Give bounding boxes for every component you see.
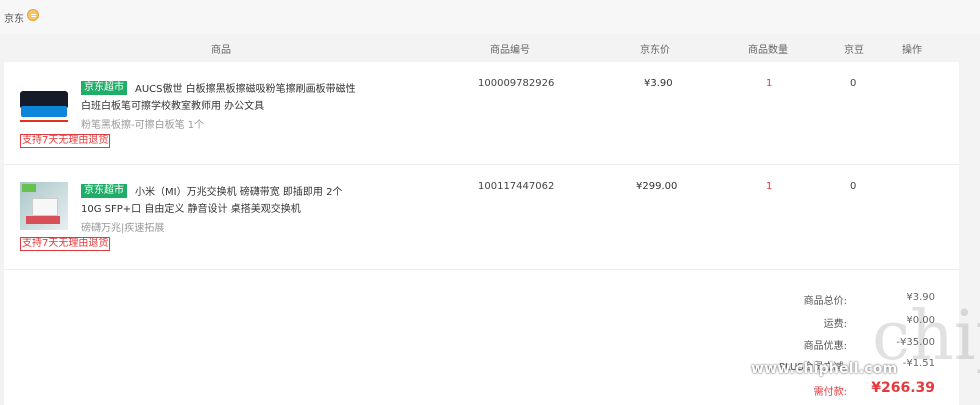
header-action: 操作 [902, 45, 922, 56]
shop-header: 京东 [0, 0, 980, 34]
header-sku: 商品编号 [490, 45, 530, 56]
product-price: ¥3.90 [644, 78, 673, 89]
product-price: ¥299.00 [636, 181, 678, 192]
product-bean: 0 [850, 78, 857, 89]
order-panel: 商品 商品编号 京东价 商品数量 京豆 操作 京东超市 AUCS傲世 白板擦黑板… [4, 34, 959, 405]
product-title[interactable]: 小米（MI）万兆交换机 磅礴带宽 即插即用 2个10G SFP+口 自由定义 静… [81, 184, 361, 218]
header-bean: 京豆 [844, 45, 864, 56]
product-quantity: 1 [766, 181, 773, 192]
table-row: 京东超市 小米（MI）万兆交换机 磅礴带宽 即插即用 2个10G SFP+口 自… [4, 165, 959, 270]
product-bean: 0 [850, 181, 857, 192]
table-header: 商品 商品编号 京东价 商品数量 京豆 操作 [4, 34, 959, 62]
product-title[interactable]: AUCS傲世 白板擦黑板擦磁吸粉笔擦刷画板带磁性 白班白板笔可擦学校教室教师用 … [81, 81, 361, 115]
service-badge[interactable]: 支持7天无理由退货 [20, 134, 111, 148]
product-image[interactable] [20, 79, 68, 127]
product-sku: 100117447062 [478, 181, 555, 192]
total-label: 商品总价: [803, 296, 847, 307]
payment-label: 需付款: [813, 387, 847, 398]
header-price: 京东价 [640, 45, 670, 56]
discount-label: 商品优惠: [803, 341, 847, 352]
product-sku: 100009782926 [478, 78, 555, 89]
header-product: 商品 [211, 45, 231, 56]
shop-name[interactable]: 京东 [4, 10, 24, 25]
service-badge[interactable]: 支持7天无理由退货 [20, 237, 111, 251]
chat-icon[interactable] [27, 9, 39, 21]
product-image[interactable] [20, 182, 68, 230]
product-spec: 磅礴万兆|疾速拓展 [81, 223, 165, 234]
table-row: 京东超市 AUCS傲世 白板擦黑板擦磁吸粉笔擦刷画板带磁性 白班白板笔可擦学校教… [4, 62, 959, 165]
watermark-url: www.chiphell.com [751, 361, 898, 377]
product-spec: 粉笔黑板擦-可擦白板笔 1个 [81, 120, 205, 131]
product-quantity: 1 [766, 78, 773, 89]
header-quantity: 商品数量 [748, 45, 788, 56]
shipping-label: 运费: [823, 319, 847, 330]
